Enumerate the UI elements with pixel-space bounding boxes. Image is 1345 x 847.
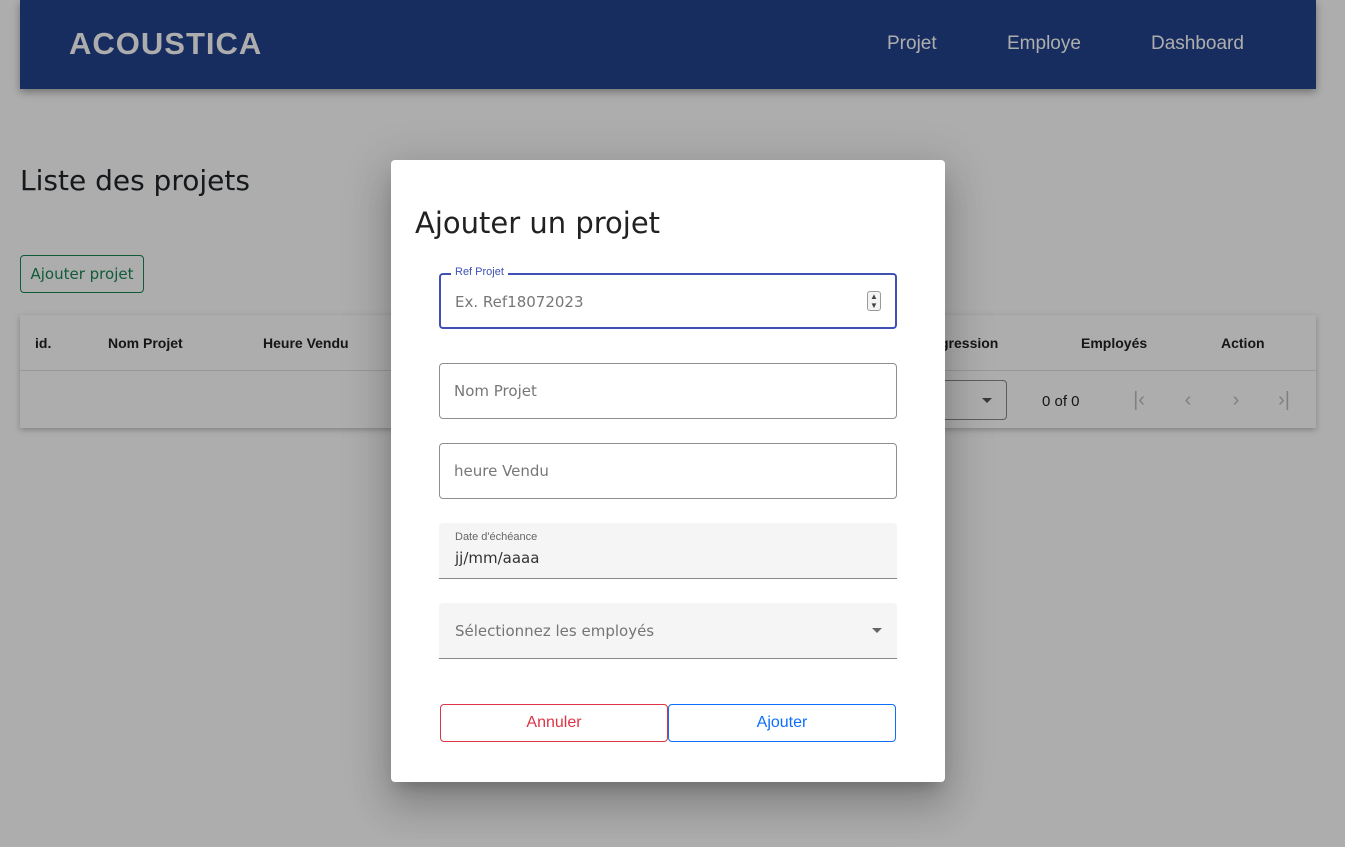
page: ACOUSTICA Projet Employe Dashboard Liste… <box>0 0 1345 847</box>
submit-add-button[interactable]: Ajouter <box>668 704 896 742</box>
heure-vendu-field[interactable] <box>439 443 897 499</box>
employes-select-placeholder: Sélectionnez les employés <box>455 622 655 640</box>
nom-projet-input[interactable] <box>454 380 854 402</box>
ref-projet-label: Ref Projet <box>451 266 508 278</box>
nom-projet-field[interactable] <box>439 363 897 419</box>
date-echeance-label: Date d'échéance <box>455 531 538 543</box>
date-echeance-input[interactable]: jj/mm/aaaa <box>455 549 539 567</box>
ref-projet-field[interactable]: Ref Projet ▲▼ <box>439 266 897 329</box>
employes-select[interactable]: Sélectionnez les employés <box>439 603 897 659</box>
chevron-down-icon <box>872 628 882 633</box>
date-echeance-field[interactable]: Date d'échéance jj/mm/aaaa <box>439 523 897 579</box>
add-project-dialog: Ajouter un projet Ref Projet ▲▼ Date d'é… <box>391 160 945 782</box>
ref-projet-input[interactable] <box>455 291 855 313</box>
heure-vendu-input[interactable] <box>454 460 854 482</box>
dialog-title: Ajouter un projet <box>415 206 661 240</box>
number-spinner-icon[interactable]: ▲ ▼ <box>867 291 881 311</box>
cancel-button[interactable]: Annuler <box>440 704 668 742</box>
